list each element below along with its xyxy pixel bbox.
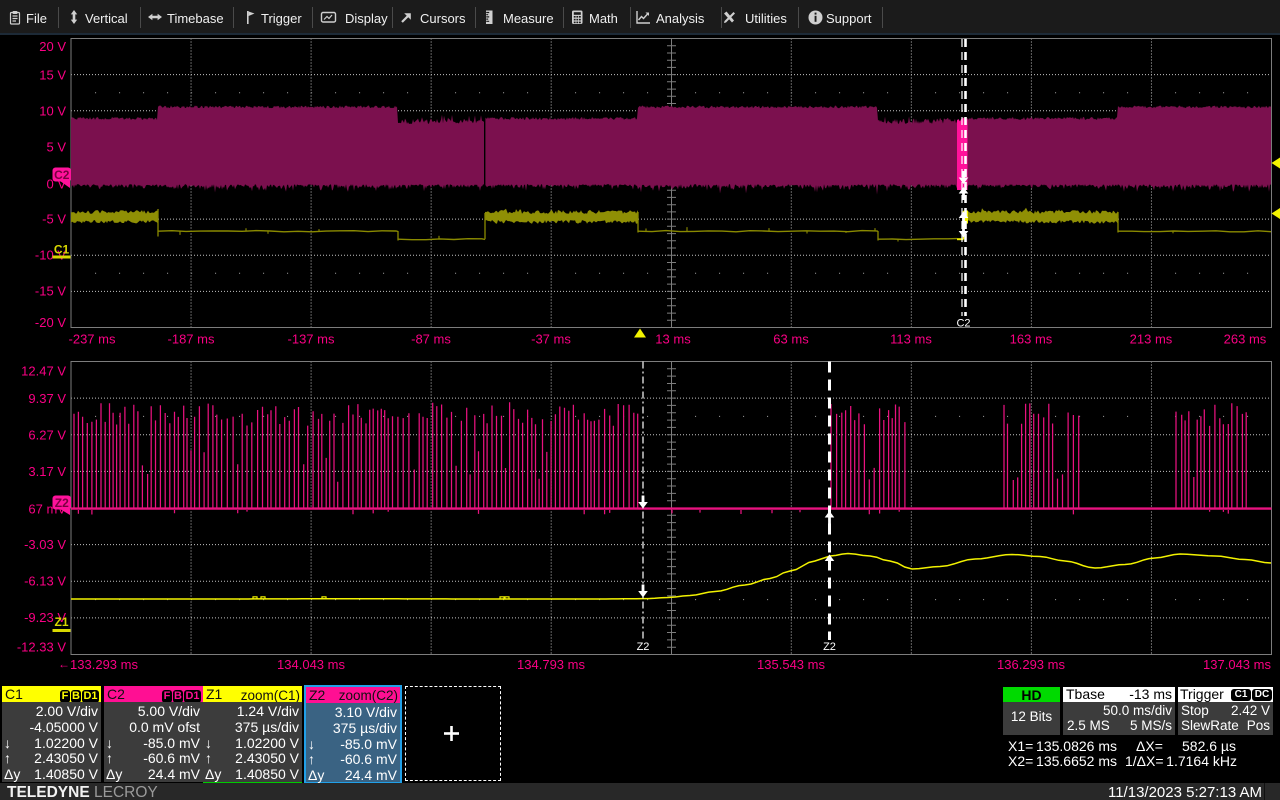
svg-text:-87 ms: -87 ms [411,332,451,347]
svg-text:163 ms: 163 ms [1010,332,1053,347]
svg-text:137.043 ms: 137.043 ms [1203,657,1271,672]
svg-text:Z1: Z1 [54,615,68,629]
svg-text:263 ms: 263 ms [1224,332,1267,347]
svg-text:13 ms: 13 ms [655,332,691,347]
svg-text:135.543 ms: 135.543 ms [757,657,825,672]
svg-text:9.37 V: 9.37 V [28,391,66,406]
svg-text:-6.13 V: -6.13 V [24,574,66,589]
svg-text:5 V: 5 V [46,140,66,155]
svg-text:133.293 ms: 133.293 ms [70,657,138,672]
svg-text:10 V: 10 V [39,104,66,119]
svg-text:113 ms: 113 ms [890,332,932,347]
svg-text:Z2: Z2 [637,641,650,653]
svg-text:-20 V: -20 V [35,315,66,330]
svg-text:C2: C2 [54,168,70,182]
svg-text:Z2: Z2 [55,496,69,510]
svg-text:134.043 ms: 134.043 ms [277,657,345,672]
svg-text:213 ms: 213 ms [1130,332,1173,347]
svg-text:-15 V: -15 V [35,284,66,299]
svg-text:-3.03 V: -3.03 V [24,537,66,552]
svg-text:134.793 ms: 134.793 ms [517,657,585,672]
svg-text:15 V: 15 V [39,68,66,83]
svg-text:3.17 V: 3.17 V [28,464,66,479]
svg-text:-187 ms: -187 ms [168,332,215,347]
svg-text:20 V: 20 V [39,39,66,54]
svg-text:-12.33 V: -12.33 V [17,640,66,655]
svg-text:C2: C2 [956,318,970,330]
svg-text:-5 V: -5 V [42,212,66,227]
svg-text:←: ← [58,657,70,671]
svg-text:Z2: Z2 [823,641,836,653]
svg-text:12.47 V: 12.47 V [21,364,66,379]
svg-text:-237 ms: -237 ms [69,332,116,347]
svg-text:136.293 ms: 136.293 ms [997,657,1065,672]
svg-text:-37 ms: -37 ms [531,332,571,347]
svg-text:C1: C1 [54,243,70,257]
svg-text:6.27 V: 6.27 V [28,428,66,443]
svg-text:63 ms: 63 ms [773,332,809,347]
svg-text:-137 ms: -137 ms [288,332,335,347]
